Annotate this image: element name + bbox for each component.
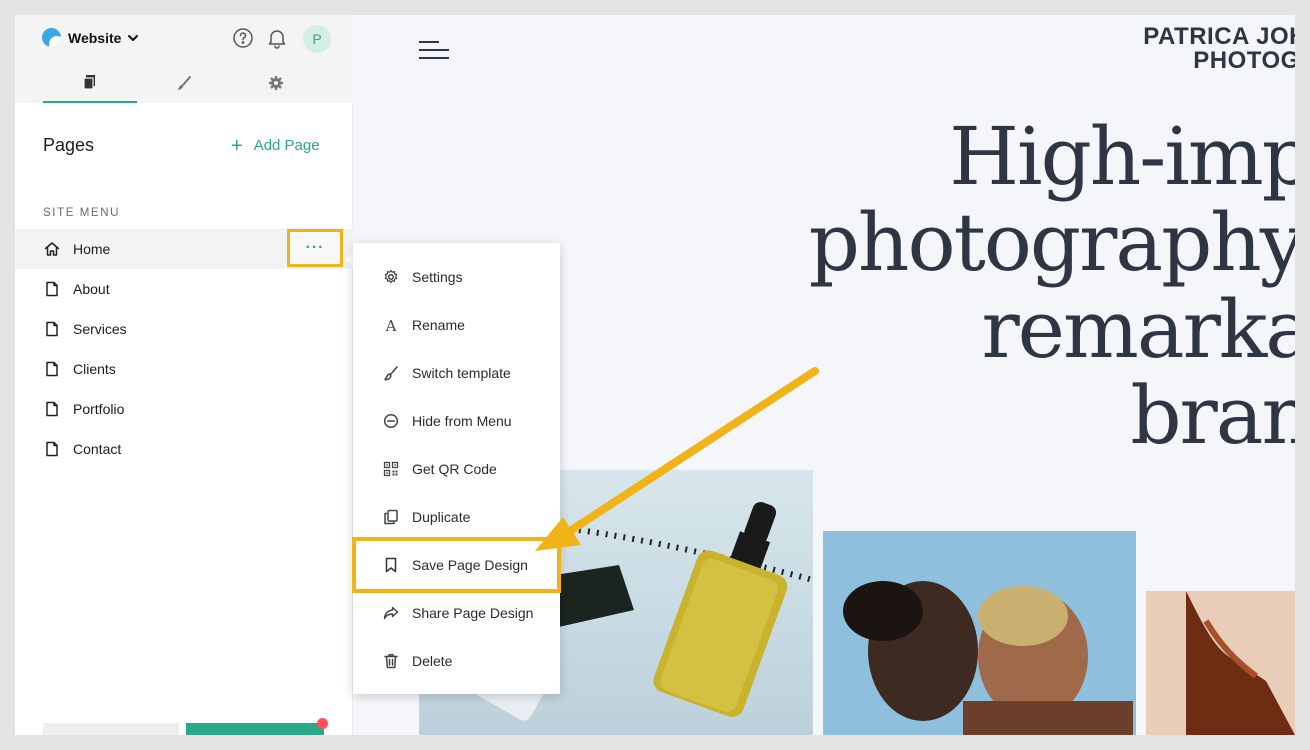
annotation-arrow bbox=[535, 367, 819, 551]
app-window: Website P Pages + Add Page SITE MENU Hom… bbox=[15, 15, 1295, 735]
